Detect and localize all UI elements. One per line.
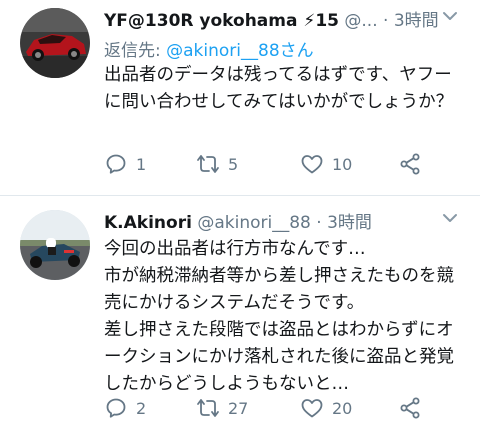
retweet-button[interactable]: 27 (196, 396, 248, 420)
tweet-header: K.Akinori @akinori__88 · 3時間 (104, 208, 470, 234)
retweet-icon (197, 399, 219, 417)
like-count: 20 (332, 398, 353, 418)
tweet-text: 出品者のデータは残ってるはずです、ヤフーに問い合わせしてみてはいかがでしょうか？ (104, 65, 454, 112)
go-kart-avatar-icon (20, 210, 90, 280)
separator-dot: · (316, 213, 322, 233)
reply-button[interactable]: 1 (104, 152, 146, 176)
display-name[interactable]: YF@130R yokohama ⚡15 (104, 11, 339, 31)
share-icon (400, 397, 420, 419)
like-button[interactable]: 20 (300, 396, 352, 420)
tweet-actions: 1 5 10 (104, 152, 460, 180)
timestamp[interactable]: 3時間 (394, 11, 439, 31)
red-sports-car-avatar-icon (20, 8, 90, 78)
reply-icon (106, 154, 126, 174)
tweet-1[interactable]: YF@130R yokohama ⚡15 @... · 3時間 返信先: @ak… (0, 0, 480, 196)
reply-prefix: 返信先: (104, 41, 161, 61)
handle[interactable]: @... (344, 11, 377, 31)
share-icon (400, 153, 420, 175)
retweet-icon (197, 155, 219, 173)
reply-context: 返信先: @akinori__88さん (104, 36, 314, 61)
timestamp[interactable]: 3時間 (327, 213, 372, 233)
separator-dot: · (383, 11, 389, 31)
tweet-actions: 2 27 20 (104, 396, 460, 424)
tweet-header: YF@130R yokohama ⚡15 @... · 3時間 (104, 6, 470, 32)
tweet-2[interactable]: K.Akinori @akinori__88 · 3時間 今回の出品者は行方市な… (0, 196, 480, 435)
retweet-count: 27 (228, 398, 249, 418)
retweet-button[interactable]: 5 (196, 152, 238, 176)
reply-count: 1 (136, 154, 147, 174)
reply-mention-link[interactable]: @akinori__88さん (166, 41, 314, 61)
avatar[interactable] (20, 210, 90, 280)
handle[interactable]: @akinori__88 (197, 213, 311, 233)
avatar[interactable] (20, 8, 90, 78)
like-count: 10 (332, 154, 353, 174)
retweet-count: 5 (228, 154, 239, 174)
like-button[interactable]: 10 (300, 152, 352, 176)
share-button[interactable] (398, 152, 430, 176)
tweet-text: 今回の出品者は行方市なんです… 市が納税滞納者等から差し押さえたものを競売にかけ… (104, 239, 454, 394)
heart-icon (301, 399, 323, 418)
reply-count: 2 (136, 398, 147, 418)
reply-icon (106, 398, 126, 418)
display-name[interactable]: K.Akinori (104, 213, 192, 233)
share-button[interactable] (398, 396, 430, 420)
reply-button[interactable]: 2 (104, 396, 146, 420)
chevron-down-icon[interactable] (440, 208, 460, 228)
heart-icon (301, 155, 323, 174)
chevron-down-icon[interactable] (440, 6, 460, 26)
